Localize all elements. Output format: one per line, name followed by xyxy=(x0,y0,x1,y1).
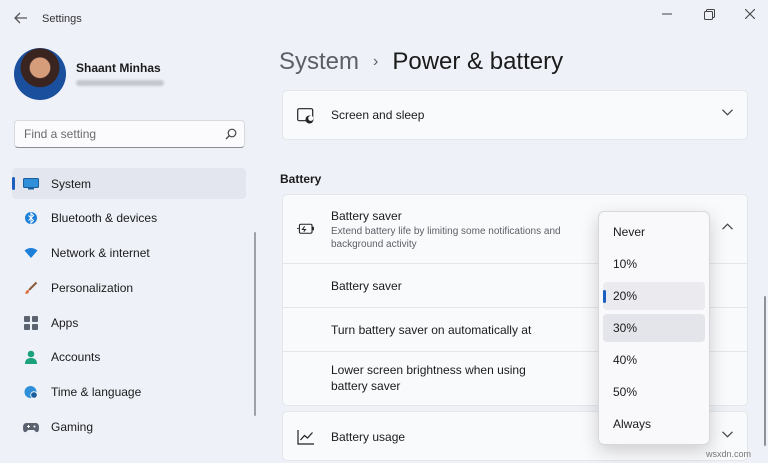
sidebar-item-network[interactable]: Network & internet xyxy=(12,238,246,269)
row-label: Battery saver xyxy=(331,279,402,293)
search-box[interactable]: Find a setting xyxy=(14,120,245,148)
avatar[interactable] xyxy=(14,48,66,100)
chart-icon xyxy=(297,428,315,446)
close-icon[interactable] xyxy=(735,4,765,24)
screen-sleep-icon xyxy=(297,107,315,125)
sidebar-item-bluetooth[interactable]: Bluetooth & devices xyxy=(12,203,246,234)
dropdown-option[interactable]: Always xyxy=(603,410,705,438)
bluetooth-icon xyxy=(23,210,39,226)
sidebar-item-label: Apps xyxy=(51,315,79,330)
dropdown-option[interactable]: Never xyxy=(603,218,705,246)
user-email-redacted xyxy=(76,80,164,86)
dropdown-option-selected[interactable]: 20% xyxy=(603,282,705,310)
sidebar-item-system[interactable]: System xyxy=(12,168,246,199)
sidebar-item-label: Accounts xyxy=(51,350,101,365)
controller-icon xyxy=(23,419,39,435)
dropdown-option-hovered[interactable]: 30% xyxy=(603,314,705,342)
sidebar-scrollbar[interactable] xyxy=(254,232,256,416)
chevron-down-icon[interactable] xyxy=(722,107,733,119)
section-title: Battery xyxy=(280,172,322,186)
globe-clock-icon xyxy=(23,384,39,400)
watermark: wsxdn.com xyxy=(706,449,752,459)
apps-icon xyxy=(23,315,39,331)
user-name: Shaant Minhas xyxy=(76,61,161,75)
battery-saver-icon xyxy=(297,220,315,238)
minimize-icon[interactable] xyxy=(652,4,682,24)
app-title: Settings xyxy=(42,13,82,25)
screen-sleep-card[interactable]: Screen and sleep xyxy=(282,90,748,140)
sidebar-item-label: Time & language xyxy=(51,385,142,400)
person-icon xyxy=(23,349,39,365)
sidebar-item-accounts[interactable]: Accounts xyxy=(12,342,246,373)
row-label: Lower screen brightness when using batte… xyxy=(331,363,526,393)
sidebar-nav: System Bluetooth & devices Network & int… xyxy=(12,168,246,446)
sidebar-item-label: Bluetooth & devices xyxy=(51,211,158,226)
dropdown-option[interactable]: 40% xyxy=(603,346,705,374)
breadcrumb-root[interactable]: System xyxy=(279,48,359,76)
sidebar-item-time-language[interactable]: Time & language xyxy=(12,377,246,408)
dropdown-option[interactable]: 50% xyxy=(603,378,705,406)
sidebar-item-label: System xyxy=(51,176,92,191)
row-label: Turn battery saver on automatically at xyxy=(331,323,532,337)
card-label: Screen and sleep xyxy=(331,108,425,122)
title-bar: Settings xyxy=(0,0,768,36)
back-arrow-icon[interactable] xyxy=(10,8,32,28)
breadcrumb-separator: › xyxy=(373,53,379,70)
sidebar-item-label: Gaming xyxy=(51,420,94,435)
card-label: Battery usage xyxy=(331,430,406,444)
wifi-icon xyxy=(23,245,39,261)
sidebar-item-personalization[interactable]: Personalization xyxy=(12,272,246,303)
chevron-down-icon[interactable] xyxy=(722,429,733,441)
sidebar-item-gaming[interactable]: Gaming xyxy=(12,412,246,443)
chevron-up-icon[interactable] xyxy=(722,221,733,233)
battery-threshold-dropdown: Never 10% 20% 30% 40% 50% Always xyxy=(598,211,710,445)
monitor-icon xyxy=(23,176,39,192)
sidebar-item-label: Personalization xyxy=(51,280,134,295)
restore-icon[interactable] xyxy=(694,4,724,24)
brush-icon xyxy=(23,280,39,296)
search-input[interactable]: Find a setting xyxy=(15,127,218,141)
sidebar-item-apps[interactable]: Apps xyxy=(12,307,246,338)
search-icon[interactable] xyxy=(218,128,244,140)
breadcrumb: System › Power & battery xyxy=(279,48,563,76)
sidebar-item-label: Network & internet xyxy=(51,246,150,261)
main-scrollbar[interactable] xyxy=(764,296,766,446)
dropdown-option[interactable]: 10% xyxy=(603,250,705,278)
battery-saver-description: Extend battery life by limiting some not… xyxy=(331,226,561,250)
battery-saver-title: Battery saver xyxy=(331,209,402,223)
page-title: Power & battery xyxy=(392,48,564,75)
sidebar: Shaant Minhas Find a setting System Blue… xyxy=(0,36,258,463)
